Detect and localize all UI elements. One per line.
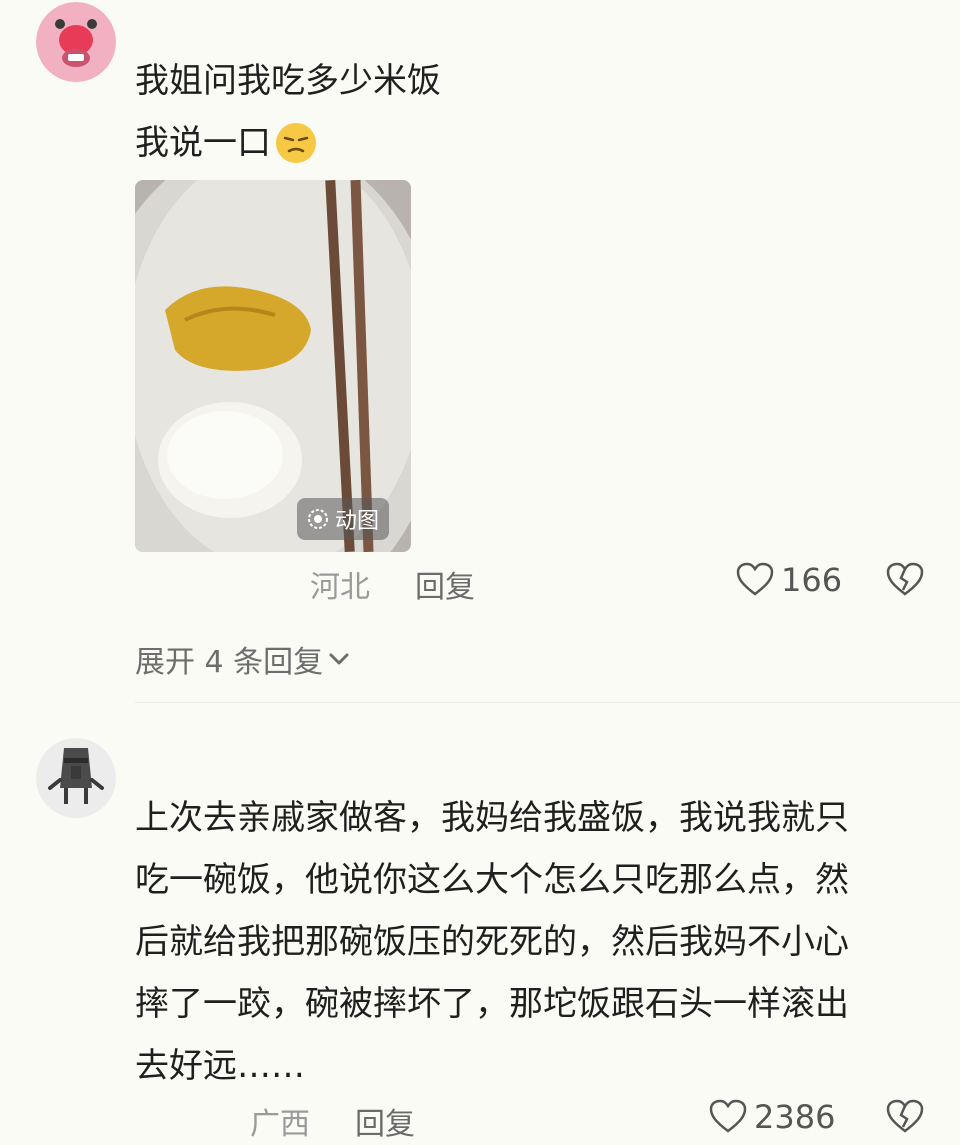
like-count: 2386	[754, 1098, 836, 1136]
comment-line: 吃一碗饭，他说你这么大个怎么只吃那么点，然	[135, 860, 849, 900]
broken-heart-icon	[885, 560, 925, 600]
broken-heart-icon	[885, 1097, 925, 1137]
smirk-emoji-icon	[275, 122, 317, 164]
expand-replies-label: 展开 4 条回复	[135, 645, 324, 680]
avatar-pink-icon	[36, 2, 116, 82]
location-label: 广西	[250, 1107, 310, 1142]
heart-icon	[735, 560, 775, 600]
expand-replies-button[interactable]: 展开 4 条回复	[135, 637, 353, 681]
reply-button[interactable]: 回复	[415, 562, 475, 606]
avatar-pink[interactable]	[36, 2, 116, 82]
like-count: 166	[781, 561, 843, 599]
reply-button[interactable]: 回复	[355, 1099, 415, 1143]
gif-icon	[307, 508, 329, 530]
comment-line: 上次去亲戚家做客，我妈给我盛饭，我说我就只	[135, 798, 849, 838]
avatar-moai-icon	[36, 738, 116, 818]
gif-label: 动图	[334, 509, 379, 534]
attached-gif[interactable]: 动图	[135, 180, 411, 552]
like-button[interactable]: 2386	[708, 1097, 835, 1137]
chevron-down-icon	[325, 645, 353, 673]
comment-line: 我姐问我吃多少米饭	[135, 61, 441, 101]
heart-icon	[708, 1097, 748, 1137]
comment-line: 我说一口	[135, 123, 271, 163]
comment-line: 后就给我把那碗饭压的死死的，然后我妈不小心	[135, 922, 849, 962]
divider	[135, 702, 960, 703]
location-label: 河北	[310, 570, 370, 605]
avatar-moai[interactable]	[36, 738, 116, 818]
gif-badge: 动图	[296, 498, 389, 540]
comment-text: 上次去亲戚家做客，我妈给我盛饭，我说我就只 吃一碗饭，他说你这么大个怎么只吃那么…	[135, 787, 849, 1097]
like-button[interactable]: 166	[735, 560, 842, 600]
comment-line: 摔了一跤，碗被摔坏了，那坨饭跟石头一样滚出	[135, 984, 849, 1024]
dislike-button[interactable]	[885, 1097, 925, 1141]
comment-text: 我姐问我吃多少米饭 我说一口	[135, 50, 441, 174]
dislike-button[interactable]	[885, 560, 925, 604]
food-plate-image	[135, 180, 411, 552]
comment-line: 去好远……	[135, 1046, 305, 1086]
